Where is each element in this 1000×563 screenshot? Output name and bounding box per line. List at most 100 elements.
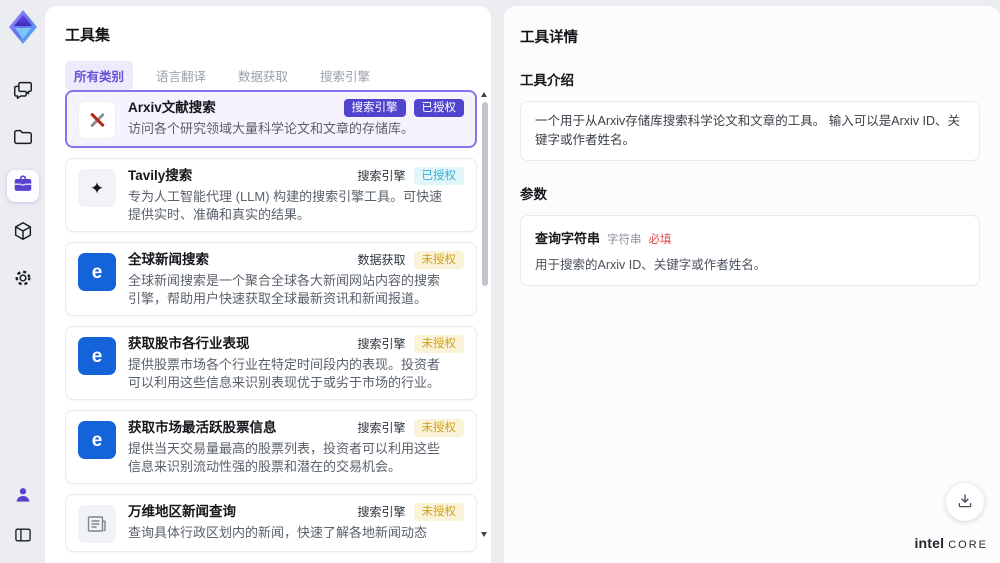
tool-status-badge: 已授权 <box>413 99 464 117</box>
tool-category-badge: 搜索引擎 <box>357 337 406 351</box>
gear-icon <box>12 267 34 294</box>
app-root: 工具集 所有类别语言翻译数据获取搜索引擎 ✦ e Arxiv文献搜索 搜索引擎 … <box>0 0 1000 563</box>
parameter-required-badge: 必填 <box>648 233 672 246</box>
tool-name: 获取市场最活跃股票信息 <box>128 420 277 435</box>
tool-body: 全球新闻搜索 数据获取 未授权 全球新闻搜索是一个聚合全球各大新闻网站内容的搜索… <box>128 251 464 307</box>
sidebar-item-toolbox[interactable] <box>6 170 39 202</box>
tool-status-badge: 未授权 <box>413 503 464 521</box>
tool-card[interactable]: ✦ e 获取市场最活跃股票信息 搜索引擎 未授权 提供当天交易量最高的股票列表，… <box>65 410 477 484</box>
chat-icon <box>12 79 34 106</box>
tool-status-badge: 已授权 <box>413 167 464 185</box>
tool-tags: 搜索引擎 未授权 <box>357 419 464 437</box>
tool-details-panel: 工具详情 工具介绍 一个用于从Arxiv存储库搜索科学论文和文章的工具。 输入可… <box>504 6 1000 563</box>
intro-heading: 工具介绍 <box>520 73 574 88</box>
tool-head: Tavily搜索 搜索引擎 已授权 <box>128 167 464 185</box>
tool-category-badge: 数据获取 <box>357 253 406 267</box>
tool-name: Tavily搜索 <box>128 168 193 183</box>
tool-description: 访问各个研究领域大量科学论文和文章的存储库。 <box>128 121 415 136</box>
scrollbar-thumb[interactable] <box>482 102 488 286</box>
tool-status-badge: 未授权 <box>413 419 464 437</box>
download-icon <box>956 492 974 513</box>
category-tab[interactable]: 数据获取 <box>229 61 297 90</box>
scroll-down-arrow-icon[interactable] <box>481 532 487 537</box>
sidebar-nav <box>6 76 39 296</box>
tool-card[interactable]: ✦ e 获取股市各行业表现 搜索引擎 未授权 提供股票市场各个行业在特定时间段内… <box>65 326 477 400</box>
app-logo-icon <box>5 8 41 46</box>
intel-wordmark: intel <box>914 535 945 551</box>
sidebar <box>0 0 45 563</box>
tool-tags: 搜索引擎 已授权 <box>357 167 464 185</box>
sidebar-item-files[interactable] <box>7 123 39 155</box>
cube-icon <box>12 220 34 247</box>
toolset-panel: 工具集 所有类别语言翻译数据获取搜索引擎 ✦ e Arxiv文献搜索 搜索引擎 … <box>45 6 491 563</box>
intro-box: 一个用于从Arxiv存储库搜索科学论文和文章的工具。 输入可以是Arxiv ID… <box>520 101 980 161</box>
tool-tags: 搜索引擎 未授权 <box>357 503 464 521</box>
sidebar-item-user[interactable] <box>7 481 39 513</box>
tool-body: Tavily搜索 搜索引擎 已授权 专为人工智能代理 (LLM) 构建的搜索引擎… <box>128 167 464 223</box>
intel-core-logo: intel CORE <box>914 535 988 551</box>
tool-head: 万维地区新闻查询 搜索引擎 未授权 <box>128 503 464 521</box>
parameter-head: 查询字符串 字符串 必填 <box>535 228 965 247</box>
tool-icon: ✦ e <box>78 101 116 139</box>
tool-name: 万维地区新闻查询 <box>128 504 236 519</box>
tool-icon: ✦ e <box>78 421 116 459</box>
tool-name: 获取股市各行业表现 <box>128 336 250 351</box>
briefcase-icon <box>12 173 34 200</box>
category-tab[interactable]: 搜索引擎 <box>311 61 379 90</box>
parameter-name: 查询字符串 <box>535 230 601 246</box>
tool-card[interactable]: ✦ e Arxiv文献搜索 搜索引擎 已授权 访问各个研究领域大量科学论文和文章… <box>65 90 477 148</box>
tool-list: ✦ e Arxiv文献搜索 搜索引擎 已授权 访问各个研究领域大量科学论文和文章… <box>65 90 477 563</box>
tool-category-badge: 搜索引擎 <box>357 169 406 183</box>
user-icon <box>13 485 33 510</box>
download-button[interactable] <box>946 483 984 521</box>
params-heading: 参数 <box>520 186 547 202</box>
tool-icon: ✦ e <box>78 337 116 375</box>
sidebar-item-chat[interactable] <box>7 76 39 108</box>
scroll-up-arrow-icon[interactable] <box>481 92 487 97</box>
tool-description: 提供当天交易量最高的股票列表，投资者可以利用这些信息来识别流动性强的股票和潜在的… <box>128 441 441 474</box>
folder-icon <box>12 126 34 153</box>
tool-icon: ✦ e <box>78 253 116 291</box>
tool-body: 万维地区新闻查询 搜索引擎 未授权 查询具体行政区划内的新闻，快速了解各地新闻动… <box>128 503 464 543</box>
tool-description: 全球新闻搜索是一个聚合全球各大新闻网站内容的搜索引擎，帮助用户快速获取全球最新资… <box>128 273 441 306</box>
tool-description: 查询具体行政区划内的新闻，快速了解各地新闻动态 <box>128 525 428 540</box>
news-service-icon: e <box>91 345 103 367</box>
sidebar-bottom <box>7 481 39 553</box>
category-tab[interactable]: 语言翻译 <box>147 61 215 90</box>
main-content: 工具集 所有类别语言翻译数据获取搜索引擎 ✦ e Arxiv文献搜索 搜索引擎 … <box>45 0 1000 563</box>
category-tabs: 所有类别 语言翻译 数据获取 搜索引擎 <box>65 61 471 90</box>
tool-head: 全球新闻搜索 数据获取 未授权 <box>128 251 464 269</box>
tool-body: Arxiv文献搜索 搜索引擎 已授权 访问各个研究领域大量科学论文和文章的存储库… <box>128 99 464 139</box>
tool-tags: 搜索引擎 已授权 <box>343 99 464 117</box>
sidebar-item-models[interactable] <box>7 217 39 249</box>
tool-tags: 数据获取 未授权 <box>357 251 464 269</box>
tool-name: Arxiv文献搜索 <box>128 100 216 115</box>
tool-category-badge: 搜索引擎 <box>357 505 406 519</box>
parameter-list: 查询字符串 字符串 必填 用于搜索的Arxiv ID、关键字或作者姓名。 <box>520 214 980 286</box>
tool-body: 获取股市各行业表现 搜索引擎 未授权 提供股票市场各个行业在特定时间段内的表现。… <box>128 335 464 391</box>
tavily-star-icon: ✦ <box>89 178 105 198</box>
tool-card[interactable]: ✦ e 全球新闻搜索 数据获取 未授权 全球新闻搜索是一个聚合全球各大新闻网站内… <box>65 242 477 316</box>
tool-description: 专为人工智能代理 (LLM) 构建的搜索引擎工具。可快速提供实时、准确和真实的结… <box>128 189 443 222</box>
tool-card[interactable]: ✦ e 万维地区新闻查询 搜索引擎 未授权 查询具体行政区划内的新闻，快速了解各… <box>65 494 477 552</box>
tool-head: Arxiv文献搜索 搜索引擎 已授权 <box>128 99 464 117</box>
tool-icon: ✦ e <box>78 505 116 543</box>
tool-head: 获取市场最活跃股票信息 搜索引擎 未授权 <box>128 419 464 437</box>
arxiv-logo-icon <box>87 110 107 130</box>
news-service-icon: e <box>91 429 103 451</box>
tool-name: 全球新闻搜索 <box>128 252 209 267</box>
tool-icon: ✦ e <box>78 169 116 207</box>
core-wordmark: CORE <box>948 539 988 551</box>
details-title: 工具详情 <box>520 30 578 46</box>
sidebar-item-collapse[interactable] <box>7 521 39 553</box>
tool-tags: 搜索引擎 未授权 <box>357 335 464 353</box>
news-service-icon: e <box>91 261 103 283</box>
tool-description: 提供股票市场各个行业在特定时间段内的表现。投资者可以利用这些信息来识别表现优于或… <box>128 357 441 390</box>
sidebar-item-settings[interactable] <box>7 264 39 296</box>
tool-category-badge: 搜索引擎 <box>343 99 406 117</box>
parameter-card: 查询字符串 字符串 必填 用于搜索的Arxiv ID、关键字或作者姓名。 <box>520 214 980 286</box>
tool-card[interactable]: ✦ e Tavily搜索 搜索引擎 已授权 专为人工智能代理 (LLM) 构建的… <box>65 158 477 232</box>
tool-head: 获取股市各行业表现 搜索引擎 未授权 <box>128 335 464 353</box>
category-tab[interactable]: 所有类别 <box>65 61 134 90</box>
newspaper-icon <box>87 515 107 533</box>
